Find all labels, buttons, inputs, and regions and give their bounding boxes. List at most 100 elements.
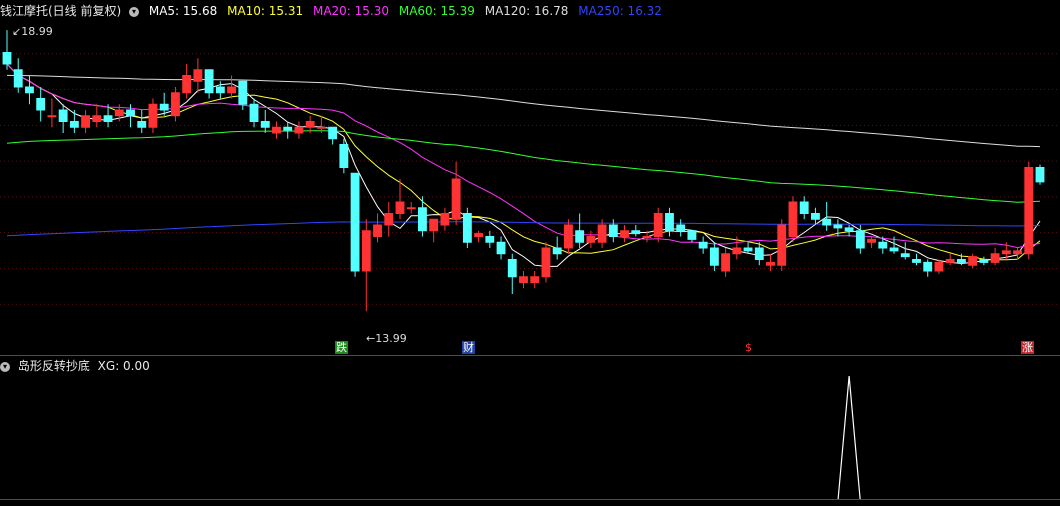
candle-body [743,247,753,252]
candle-body [642,236,652,238]
candle-body [328,126,338,140]
candle-body [81,115,91,128]
ma10-label: MA10: 15.31 [227,4,304,18]
candle-body [451,178,461,220]
badge-cai[interactable]: 财 [462,341,475,354]
badge-die[interactable]: 跌 [335,341,348,354]
candle-body [552,247,562,255]
candles [2,30,1045,312]
candle-body [193,69,203,82]
candle-body [316,126,326,129]
badge-dollar[interactable]: $ [744,341,753,354]
candle-body [530,276,540,283]
candle-body [294,126,304,134]
candle-body [47,115,57,118]
candle-body [754,247,764,260]
ma10-line [6,63,1041,261]
candle-body [945,259,955,263]
candle-body [215,86,225,94]
xg-indicator [837,375,861,500]
candle-body [923,261,933,272]
candle-body [462,213,472,243]
candle-body [159,103,169,111]
settings-circle-icon[interactable]: ▾ [129,6,140,17]
candle-body [418,207,427,232]
candle-body [474,233,484,237]
candle-body [900,253,910,258]
indicator-title: 岛形反转抄底 [17,359,90,373]
ma5-line [6,63,1041,267]
candle-body [429,218,439,232]
candle-body [586,236,596,243]
candle-body [687,230,697,240]
candle-body [620,230,629,237]
badge-zhang[interactable]: 涨 [1021,341,1034,354]
candle-body [1001,250,1011,255]
candle-body [260,121,270,128]
candle-body [339,144,349,168]
candle-body [956,259,966,263]
candle-body [13,69,23,88]
candle-body [440,213,450,226]
candle-body [653,213,663,237]
candle-body [406,207,416,210]
candle-body [361,230,371,272]
candle-body [182,75,192,94]
candle-body [373,224,382,237]
price-grid [0,53,1060,305]
candle-body [631,230,641,235]
candle-body [350,172,360,272]
candle-body [58,109,68,122]
candle-body [833,224,843,229]
ma20-label: MA20: 15.30 [312,4,390,18]
ma-legend: 钱江摩托(日线 前复权) ▾ MA5: 15.68 MA10: 15.31 MA… [0,2,668,19]
candle-body [36,98,46,111]
candle-body [777,224,787,266]
candle-body [103,115,113,122]
candle-body [1013,250,1022,255]
candle-body [878,241,888,249]
candle-body [272,126,281,134]
candle-body [92,115,102,122]
candle-body [25,86,34,94]
ma120-label: MA120: 16.78 [484,4,569,18]
candle-body [867,238,877,243]
candle-body [844,227,854,232]
candle-body [979,259,989,263]
candle-body [698,241,708,249]
candle-body [170,92,180,117]
candle-body [788,201,798,237]
candle-body [597,224,607,243]
candle-body [148,103,158,128]
candle-body [2,52,12,65]
candle-body [137,121,147,128]
indicator-settings-icon[interactable]: ▾ [0,361,10,372]
candle-body [608,224,618,237]
candle-body [1035,167,1045,183]
ma5-label: MA5: 15.68 [148,4,218,18]
candle-body [575,230,585,243]
ma250-label: MA250: 16.32 [578,4,662,18]
candle-body [541,247,551,278]
candle-body [204,69,214,94]
candle-body [889,247,899,252]
kline-chart [0,30,1060,500]
candle-body [721,253,731,272]
ma120-line [6,74,1041,148]
candle-body [519,276,528,283]
candle-body [934,261,944,272]
candle-body [485,236,495,243]
stock-title: 钱江摩托(日线 前复权) [0,4,122,18]
candle-body [114,109,124,117]
candle-body [709,247,719,266]
candle-body [507,259,517,278]
ma60-label: MA60: 15.39 [398,4,475,18]
candle-body [766,261,775,266]
candle-body [811,213,820,220]
candle-body [305,121,315,128]
candle-body [69,121,79,128]
candle-body [912,259,921,263]
candle-body [283,126,293,131]
candle-body [990,253,1000,263]
indicator-legend: ▾ 岛形反转抄底 XG: 0.00 [0,357,150,374]
